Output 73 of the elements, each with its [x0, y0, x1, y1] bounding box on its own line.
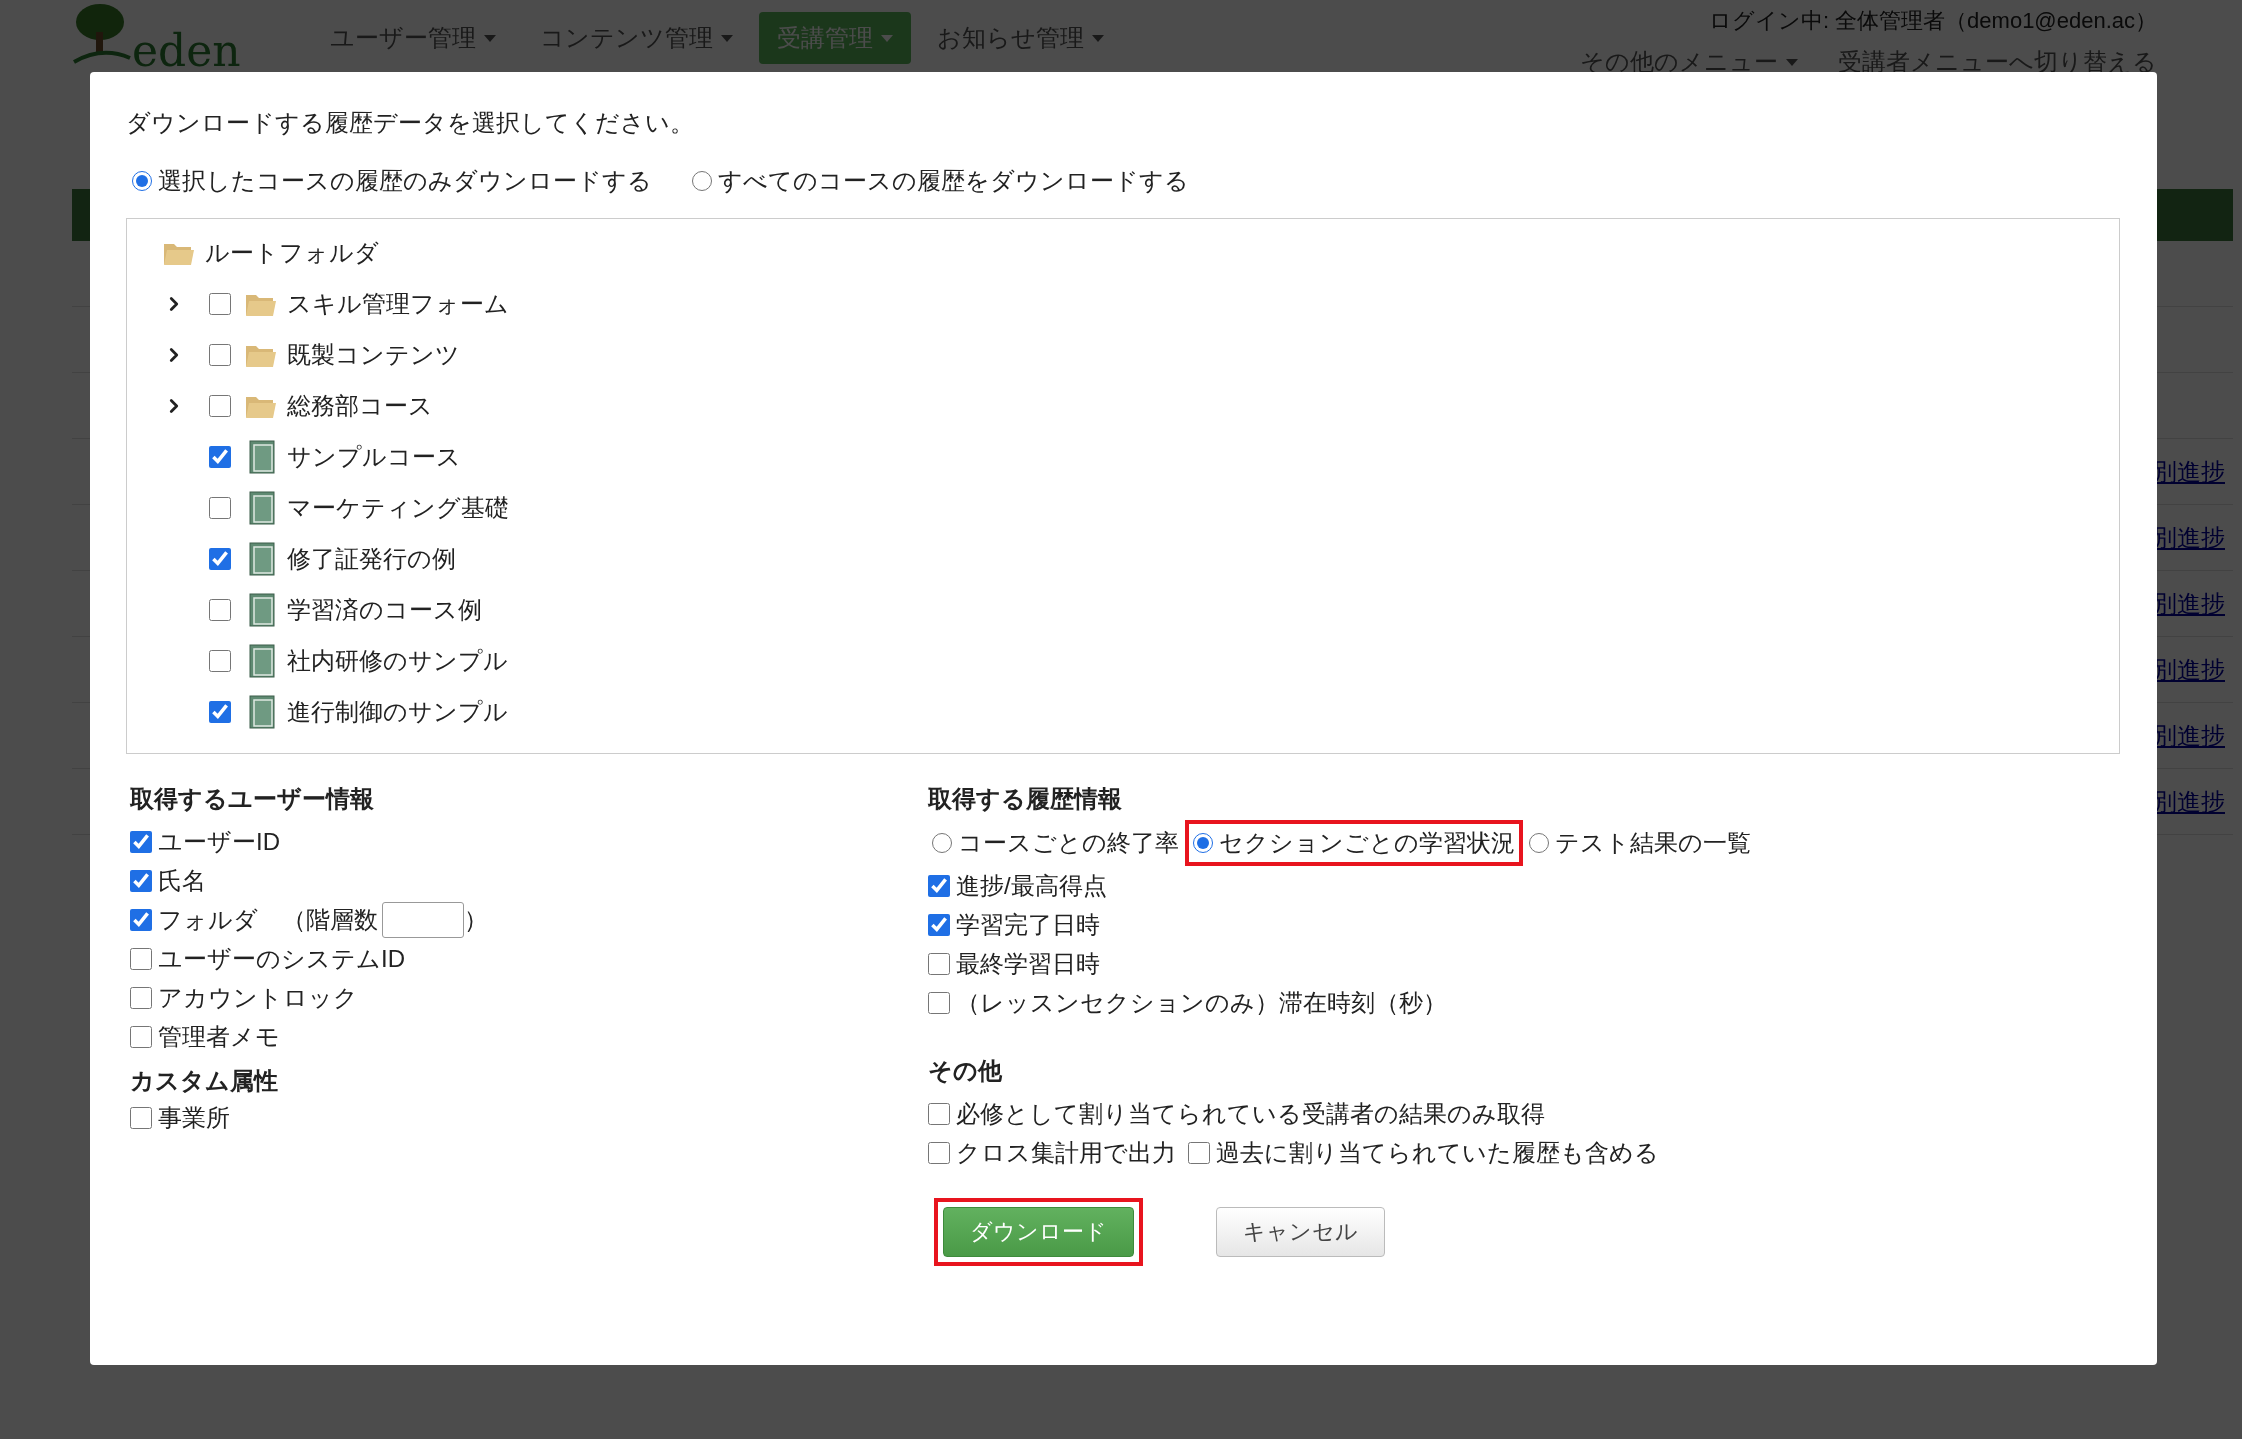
tree-checkbox[interactable] [209, 394, 231, 417]
checkbox-option[interactable]: アカウントロック [130, 980, 358, 1015]
tree-item-label[interactable]: 既製コンテンツ [287, 338, 460, 371]
tree-item-label[interactable]: マーケティング基礎 [287, 491, 509, 524]
checkbox[interactable] [928, 952, 950, 975]
checkbox-option[interactable]: クロス集計用で出力 [928, 1135, 1176, 1170]
checkbox[interactable] [130, 830, 152, 853]
checkbox-option[interactable]: （レッスンセクションのみ）滞在時刻（秒） [928, 985, 1447, 1020]
dialog-instruction: ダウンロードする履歴データを選択してください。 [126, 108, 695, 138]
checkbox-option[interactable]: 進捗/最高得点 [928, 868, 1107, 903]
checkbox[interactable] [130, 986, 152, 1009]
checkbox[interactable] [928, 874, 950, 897]
tree-checkbox[interactable] [209, 445, 231, 468]
radio-button[interactable] [1193, 833, 1213, 853]
checkbox[interactable] [928, 991, 950, 1014]
checkbox[interactable] [130, 1025, 152, 1048]
checkbox-option[interactable]: フォルダ （階層数 [130, 902, 378, 937]
section-heading: 取得するユーザー情報 [130, 784, 375, 814]
tree-item-label[interactable]: サンプルコース [287, 440, 461, 473]
history-mode-radio-option[interactable]: コースごとの終了率 [932, 826, 1179, 860]
scope-radio-option[interactable]: すべてのコースの履歴をダウンロードする [692, 164, 1189, 198]
history-mode-radio-option[interactable]: テスト結果の一覧 [1529, 826, 1751, 860]
tree-checkbox[interactable] [209, 343, 231, 366]
checkbox[interactable] [130, 908, 152, 931]
radio-button[interactable] [132, 171, 152, 191]
tree-item-label[interactable]: 総務部コース [287, 389, 433, 422]
checkbox[interactable] [130, 1106, 152, 1129]
section-heading: その他 [928, 1056, 1003, 1086]
tree-checkbox[interactable] [209, 292, 231, 315]
tree-item-label[interactable]: スキル管理フォーム [287, 287, 509, 320]
checkbox-option[interactable]: 必修として割り当てられている受講者の結果のみ取得 [928, 1096, 1545, 1131]
checkbox-option[interactable]: ユーザーのシステムID [130, 941, 405, 976]
book-icon [249, 439, 277, 474]
history-mode-radio-option[interactable]: セクションごとの学習状況 [1191, 826, 1517, 860]
logo-text: eden [132, 25, 241, 76]
checkbox-option[interactable]: 過去に割り当てられていた履歴も含める [1188, 1135, 1659, 1170]
scope-radio-option[interactable]: 選択したコースの履歴のみダウンロードする [132, 164, 652, 198]
tree-checkbox[interactable] [209, 700, 231, 723]
book-icon [249, 490, 277, 525]
tree-root-label[interactable]: ルートフォルダ [205, 236, 379, 269]
checkbox-option[interactable]: 管理者メモ [130, 1019, 280, 1054]
checkbox[interactable] [928, 1102, 950, 1125]
tree-checkbox[interactable] [209, 598, 231, 621]
radio-button[interactable] [932, 833, 952, 853]
checkbox[interactable] [130, 947, 152, 970]
tree-item-label[interactable]: 学習済のコース例 [287, 593, 482, 626]
cancel-button[interactable]: キャンセル [1216, 1207, 1385, 1257]
section-heading: 取得する履歴情報 [928, 784, 1123, 814]
book-icon [249, 592, 277, 627]
checkbox[interactable] [1188, 1141, 1210, 1164]
checkbox-option[interactable]: ユーザーID [130, 824, 280, 859]
radio-button[interactable] [692, 171, 712, 191]
tree-checkbox[interactable] [209, 496, 231, 519]
checkbox-option[interactable]: 氏名 [130, 863, 206, 898]
checkbox-option[interactable]: 事業所 [130, 1100, 230, 1135]
book-icon [249, 643, 277, 678]
tree-item-label[interactable]: 修了証発行の例 [287, 542, 456, 575]
tree-checkbox[interactable] [209, 547, 231, 570]
checkbox-option[interactable]: 学習完了日時 [928, 907, 1100, 942]
book-icon [249, 541, 277, 576]
checkbox-option[interactable]: 最終学習日時 [928, 946, 1100, 981]
tree-checkbox[interactable] [209, 649, 231, 672]
checkbox[interactable] [928, 1141, 950, 1164]
section-heading: カスタム属性 [130, 1066, 279, 1096]
tree-item-label[interactable]: 社内研修のサンプル [287, 644, 508, 677]
checkbox[interactable] [130, 869, 152, 892]
closing-parenthesis: ） [464, 904, 488, 935]
radio-button[interactable] [1529, 833, 1549, 853]
tree-item-label[interactable]: 進行制御のサンプル [287, 695, 508, 728]
depth-input-field[interactable] [382, 901, 464, 938]
checkbox[interactable] [928, 913, 950, 936]
book-icon [249, 694, 277, 729]
login-status: ログイン中: 全体管理者（demo1@eden.ac） [1708, 7, 2157, 35]
